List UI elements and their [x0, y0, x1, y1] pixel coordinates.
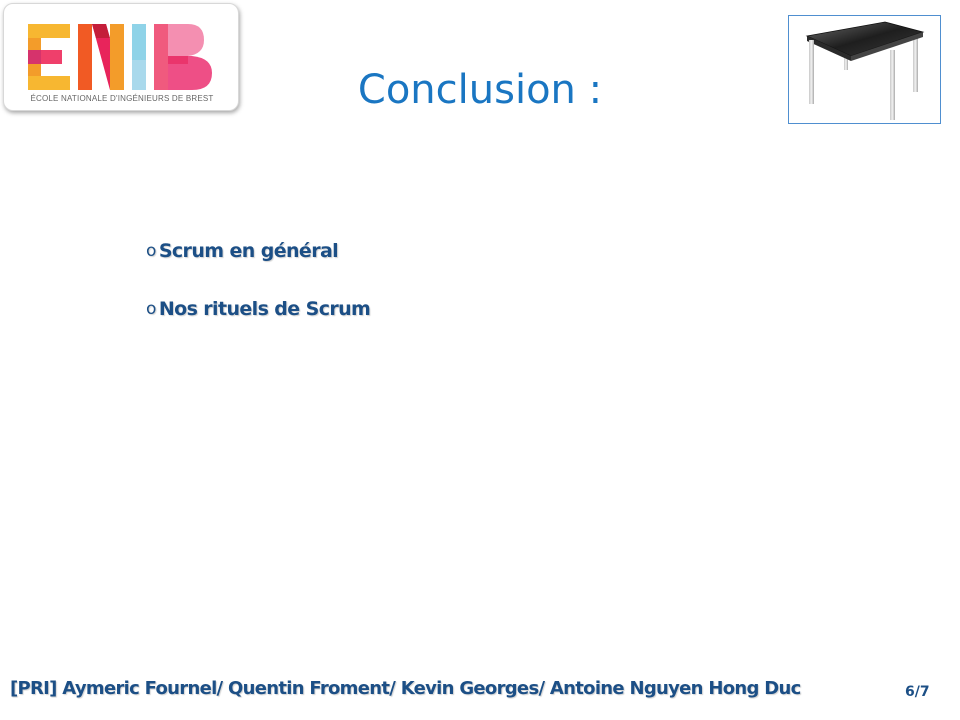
enib-logo-caption: ÉCOLE NATIONALE D'INGÉNIEURS DE BREST — [30, 94, 214, 103]
bullet-text: Scrum en général — [158, 240, 339, 262]
bullet-item: o Scrum en général — [146, 236, 370, 266]
enib-logo-letters-icon — [28, 24, 212, 90]
slide-title: Conclusion : — [357, 67, 603, 113]
footer-authors: [PRI] Aymeric Fournel/ Quentin Froment/ … — [10, 678, 801, 699]
bullet-list: o Scrum en général o Nos rituels de Scru… — [146, 236, 371, 352]
bullet-marker: o — [146, 241, 156, 261]
bullet-item: o Nos rituels de Scrum — [146, 294, 371, 324]
enib-logo: ÉCOLE NATIONALE D'INGÉNIEURS DE BREST — [3, 3, 239, 111]
bullet-text: Nos rituels de Scrum — [158, 298, 371, 320]
bullet-marker: o — [146, 299, 156, 319]
slide: ÉCOLE NATIONALE D'INGÉNIEURS DE BREST Co… — [0, 0, 960, 720]
touch-table-icon — [805, 21, 925, 120]
page-number: 6/7 — [905, 684, 930, 700]
touch-table-image — [788, 15, 941, 124]
